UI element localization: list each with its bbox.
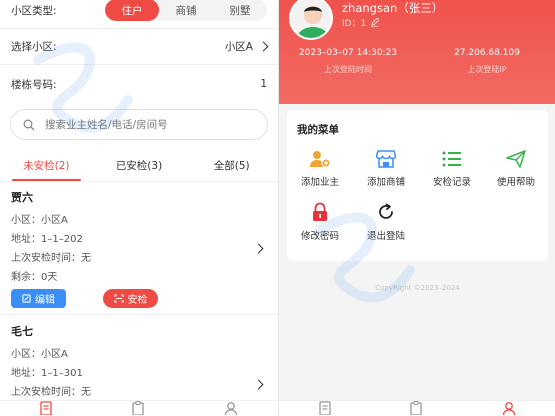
task-list-icon[interactable]: [40, 401, 52, 415]
last-login-ip-value: 27.206.68.109: [454, 48, 520, 58]
last-login-time-label: 上次登陆时间: [324, 65, 372, 74]
segment-shop[interactable]: 商铺: [159, 0, 213, 21]
community-select-label: 选择小区:: [11, 40, 57, 53]
tab-checked[interactable]: 已安检(3): [93, 152, 186, 178]
search-icon: [23, 119, 35, 130]
tab-unchecked[interactable]: 未安检(2): [0, 152, 93, 181]
divider: [0, 64, 278, 65]
menu-item-add-owner[interactable]: 添加业主: [289, 150, 351, 188]
building-number-label: 楼栋号码:: [11, 78, 57, 91]
community-type-segmented: 住户 商铺 别墅: [105, 0, 267, 21]
segment-villa[interactable]: 别墅: [213, 0, 267, 21]
user-icon[interactable]: [224, 401, 238, 415]
chevron-right-icon: [258, 41, 269, 51]
list-item[interactable]: 毛七 小区：小区A 地址：1–1–301 上次安检时间：无: [0, 323, 278, 403]
divider: [0, 181, 278, 182]
status-tabs: 未安检(2) 已安检(3) 全部(5): [0, 152, 278, 181]
lock-icon: [313, 202, 327, 221]
menu-item-help[interactable]: 使用帮助: [485, 150, 547, 188]
send-icon: [506, 150, 526, 168]
menu-item-label: 使用帮助: [496, 177, 535, 188]
owner-community: 小区：小区A: [11, 349, 68, 360]
building-number-value: 1: [260, 78, 267, 90]
edit-icon: [22, 294, 31, 303]
owner-remaining: 剩余：0天: [11, 272, 58, 283]
search-bar[interactable]: [10, 109, 268, 140]
task-list-icon[interactable]: [319, 401, 331, 415]
last-login-ip-stat: 27.206.68.109 上次登陆IP: [418, 48, 555, 75]
list-item[interactable]: 贾六 小区：小区A 地址：1–1–202 上次安检时间：无 剩余：0天 编辑 安…: [0, 189, 278, 309]
owner-name: 毛七: [11, 325, 33, 338]
user-id-text: ID：1: [342, 19, 367, 29]
search-input[interactable]: [45, 118, 245, 131]
menu-item-label: 修改密码: [300, 231, 339, 242]
community-type-label: 小区类型:: [11, 4, 57, 17]
inspection-list-screen: 小区类型: 住户 商铺 别墅 选择小区: 小区A 楼栋号码: 1 搜索业主姓名/…: [0, 0, 278, 416]
segment-residence[interactable]: 住户: [105, 0, 159, 21]
last-login-time-value: 2023–03–07 14:30:23: [298, 48, 398, 58]
menu-item-inspection-records[interactable]: 安检记录: [421, 150, 483, 188]
menu-item-label: 添加业主: [300, 177, 339, 188]
menu-title: 我的菜单: [297, 124, 339, 136]
menu-item-label: 添加商铺: [366, 177, 405, 188]
username: zhangsan（张三）: [342, 1, 444, 15]
menu-item-add-shop[interactable]: 添加商铺: [355, 150, 417, 188]
user-avatar-icon: [291, 0, 331, 38]
edit-button[interactable]: 编辑: [11, 289, 66, 308]
inspect-button-label: 安检: [127, 295, 148, 306]
scan-icon: [113, 294, 124, 303]
clipboard-icon[interactable]: [410, 401, 423, 415]
community-select-row[interactable]: 选择小区: 小区A: [0, 34, 278, 58]
shop-icon: [376, 150, 396, 168]
my-menu-card: 我的菜单 添加业主 添加商铺 安检记录 使用帮助 修改密码 退出登陆: [287, 110, 548, 261]
last-login-time-stat: 2023–03–07 14:30:23 上次登陆时间: [279, 48, 417, 75]
owner-community: 小区：小区A: [11, 215, 68, 226]
menu-item-change-password[interactable]: 修改密码: [289, 202, 351, 242]
building-number-row[interactable]: 楼栋号码: 1: [0, 72, 278, 96]
clipboard-icon[interactable]: [132, 401, 144, 415]
inspect-button[interactable]: 安检: [103, 289, 158, 308]
owner-last-check: 上次安检时间：无: [11, 253, 91, 264]
bottom-tab-bar: [279, 400, 555, 416]
divider: [0, 314, 278, 315]
avatar[interactable]: [289, 0, 333, 40]
owner-name: 贾六: [11, 191, 33, 204]
add-owner-icon: [310, 151, 331, 168]
user-id: ID：1: [342, 16, 380, 29]
profile-screen: zhangsan（张三） ID：1 2023–03–07 14:30:23 上次…: [278, 0, 555, 416]
tab-all[interactable]: 全部(5): [185, 152, 278, 178]
community-select-value: 小区A: [224, 40, 253, 53]
owner-address: 地址：1–1–202: [11, 234, 83, 245]
user-icon[interactable]: [502, 401, 516, 415]
edit-button-label: 编辑: [35, 295, 55, 306]
last-login-ip-label: 上次登陆IP: [467, 65, 507, 74]
divider: [0, 28, 278, 29]
profile-header: zhangsan（张三） ID：1 2023–03–07 14:30:23 上次…: [279, 0, 555, 104]
owner-address: 地址：1–1–301: [11, 368, 83, 379]
menu-item-logout[interactable]: 退出登陆: [355, 202, 417, 242]
edit-pencil-icon[interactable]: [370, 18, 380, 27]
app-root: 小区类型: 住户 商铺 别墅 选择小区: 小区A 楼栋号码: 1 搜索业主姓名/…: [0, 0, 555, 416]
list-icon: [442, 151, 461, 167]
refresh-icon: [379, 203, 393, 219]
menu-item-label: 安检记录: [432, 177, 471, 188]
copyright-text: CopyRight ©2023–2024: [375, 284, 460, 292]
community-type-row: 小区类型: 住户 商铺 别墅: [0, 0, 278, 21]
menu-item-label: 退出登陆: [366, 231, 405, 242]
bottom-tab-bar: [0, 400, 278, 416]
